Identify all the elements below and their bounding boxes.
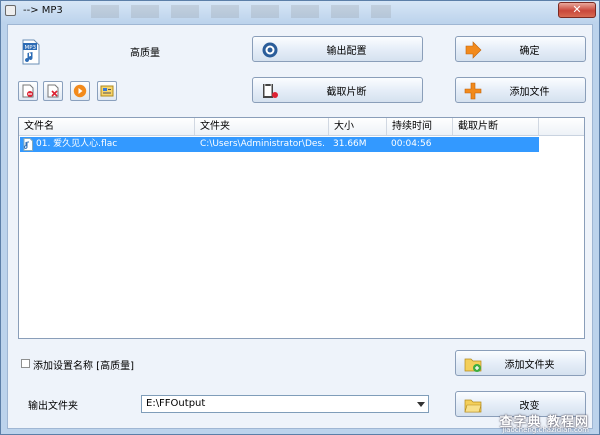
file-size-cell: 31.66M [333, 139, 367, 149]
file-row[interactable]: 01. 爱久见人心.flac C:\Users\Administrator\De… [20, 137, 539, 152]
app-icon [5, 5, 16, 16]
svg-text:MP3: MP3 [25, 45, 37, 51]
file-list-header: 文件名 文件夹 大小 持续时间 截取片断 [19, 118, 584, 136]
output-folder-select[interactable]: E:\FFOutput [141, 395, 429, 413]
add-file-label: 添加文件 [509, 86, 550, 98]
clear-list-button[interactable] [43, 81, 63, 101]
add-setting-name-label: 添加设置名称 [高质量] [33, 361, 134, 372]
output-folder-value: E:\FFOutput [146, 398, 206, 409]
background-toolbar-ghost [91, 5, 391, 18]
window-title: --> MP3 [23, 5, 63, 16]
close-button[interactable]: ✕ [558, 2, 596, 18]
output-folder-label: 输出文件夹 [28, 401, 78, 412]
format-quality-label: 高质量 [130, 48, 160, 59]
converter-window: --> MP3 ✕ MP3 高质量 输出配置 确定 截取片断 添加文件 文件名 … [0, 0, 600, 435]
add-folder-label: 添加文件夹 [504, 359, 555, 371]
ok-button[interactable]: 确定 [455, 36, 586, 62]
chevron-down-icon[interactable] [417, 402, 425, 407]
file-list[interactable]: 文件名 文件夹 大小 持续时间 截取片断 01. 爱久见人心.flac C:\U… [18, 117, 585, 339]
output-config-label: 输出配置 [326, 45, 367, 57]
play-icon [73, 84, 87, 98]
add-folder-button[interactable]: 添加文件夹 [455, 350, 586, 376]
clip-label: 截取片断 [326, 86, 367, 98]
title-bar[interactable]: --> MP3 ✕ [1, 1, 599, 23]
column-header-filename[interactable]: 文件名 [19, 118, 195, 135]
add-file-button[interactable]: 添加文件 [455, 77, 586, 103]
output-config-button[interactable]: 输出配置 [252, 36, 423, 62]
media-info-icon [100, 85, 114, 97]
dialog-body: MP3 高质量 输出配置 确定 截取片断 添加文件 文件名 文件夹 大小 持续时… [7, 24, 593, 429]
column-header-folder[interactable]: 文件夹 [195, 118, 329, 135]
watermark-url: jiaocheng.chazidian.com [502, 426, 589, 434]
file-name-cell: 01. 爱久见人心.flac [36, 139, 118, 149]
column-header-duration[interactable]: 持续时间 [387, 118, 453, 135]
file-folder-cell: C:\Users\Administrator\Des... [200, 139, 326, 149]
add-setting-name-checkbox[interactable] [21, 359, 30, 368]
file-duration-cell: 00:04:56 [391, 139, 432, 149]
clip-button[interactable]: 截取片断 [252, 77, 423, 103]
play-button[interactable] [70, 81, 90, 101]
remove-file-icon [22, 84, 34, 98]
remove-file-button[interactable] [18, 81, 38, 101]
clear-list-icon [47, 84, 59, 98]
column-header-size[interactable]: 大小 [329, 118, 387, 135]
column-header-clip[interactable]: 截取片断 [453, 118, 539, 135]
media-info-button[interactable] [97, 81, 117, 101]
file-clip-cell [457, 137, 537, 152]
audio-file-icon [23, 138, 33, 151]
mp3-file-icon: MP3 [22, 39, 40, 65]
ok-label: 确定 [519, 45, 540, 57]
